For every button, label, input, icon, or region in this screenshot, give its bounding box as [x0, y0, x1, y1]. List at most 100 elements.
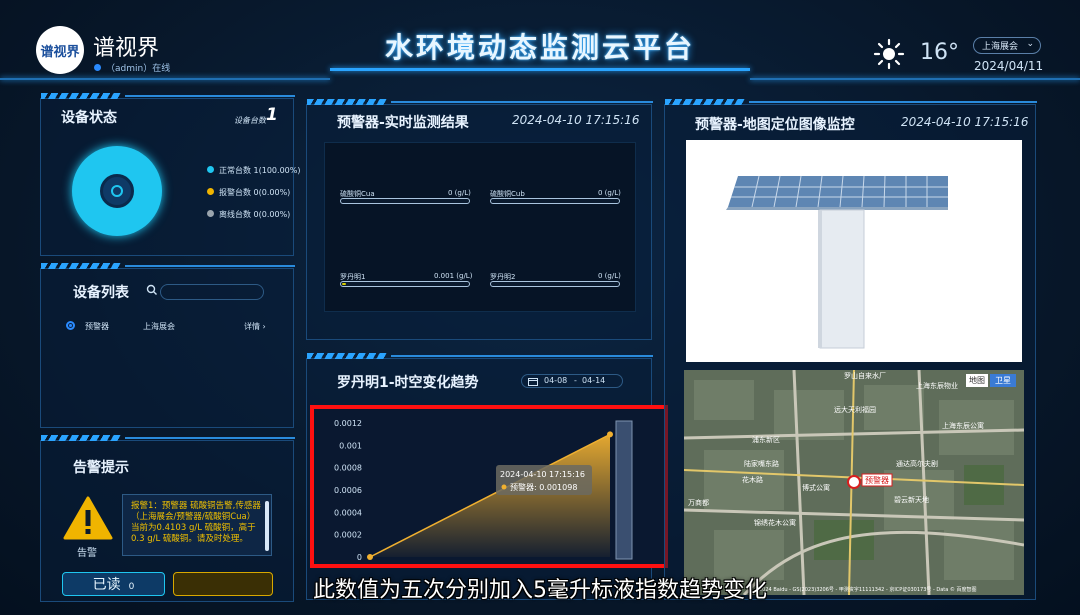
- legend-dot-normal: [207, 166, 214, 173]
- reading-bar: [340, 198, 470, 204]
- map-type-button[interactable]: 地图: [966, 374, 988, 387]
- video-subtitle: 此数值为五次分别加入5毫升标液指数趋势变化: [313, 578, 767, 603]
- legend-normal: 正常台数 1(100.00%): [219, 166, 301, 175]
- warning-label: 告警: [77, 548, 97, 559]
- device-status-donut-chart: [72, 146, 162, 236]
- zoom-slider[interactable]: [615, 420, 633, 560]
- map-tiles: 罗山自来水厂 远大天利福园 上海东辰公寓 花木路 博式公寓 陆家嘴东路 通达高尔…: [684, 370, 1024, 595]
- map-marker[interactable]: 预警器: [847, 473, 893, 489]
- search-icon[interactable]: [146, 284, 158, 296]
- tooltip-value: 预警器: 0.001098: [510, 482, 577, 492]
- map-place-label: 通达高尔夫剧: [896, 459, 938, 468]
- page-title: 水环境动态监测云平台: [384, 31, 695, 64]
- satellite-type-button[interactable]: 卫星: [990, 374, 1016, 387]
- location-map[interactable]: 罗山自来水厂 远大天利福园 上海东辰公寓 花木路 博式公寓 陆家嘴东路 通达高尔…: [684, 370, 1024, 595]
- device-count: 1: [266, 105, 278, 125]
- reading-value: 0 (g/L): [598, 272, 621, 280]
- device-status-title: 设备状态: [61, 110, 117, 126]
- header-divider-right: [750, 78, 1080, 80]
- legend-dot-alarm: [207, 188, 214, 195]
- brand-logo: 谱视界: [36, 26, 84, 74]
- calendar-icon: [528, 378, 538, 386]
- donut-hole: [100, 174, 134, 208]
- map-place-label: 上海东辰物业: [916, 381, 958, 390]
- panel-bar-deco: [125, 265, 295, 267]
- panel-tab-deco: [41, 93, 121, 99]
- donut-core: [111, 185, 123, 197]
- solar-device-illustration: [726, 175, 948, 349]
- y-tick-label: 0.001: [339, 441, 362, 450]
- y-tick-label: 0: [357, 553, 362, 562]
- chevron-down-icon: ⌄: [1026, 39, 1034, 49]
- map-marker-label: 预警器: [865, 475, 889, 485]
- device-detail-label: 详情: [244, 322, 260, 331]
- legend-dot-offline: [207, 210, 214, 217]
- search-input[interactable]: [160, 284, 264, 300]
- title-box: 水环境动态监测云平台: [330, 18, 750, 74]
- legend-alarm: 报警台数 0(0.00%): [219, 188, 291, 197]
- device-count-label: 设备台数: [234, 116, 266, 125]
- y-tick-label: 0.0012: [334, 419, 362, 428]
- map-place-label: 陆家嘴东路: [744, 459, 779, 468]
- map-panel-title: 预警器-地图定位图像监控: [695, 117, 855, 133]
- device-image: [686, 140, 1022, 362]
- map-place-label: 花木路: [742, 475, 763, 484]
- map-place-label: 碧云新天地: [894, 495, 929, 504]
- panel-bar-deco: [391, 101, 653, 103]
- sun-icon: [873, 38, 905, 70]
- device-row-location: 上海展会: [143, 322, 175, 331]
- city-select[interactable]: 上海展会 ⌄: [973, 37, 1041, 54]
- reading-fill: [342, 283, 346, 285]
- header-divider-left: [0, 78, 330, 80]
- map-place-label: 罗山自来水厂: [844, 371, 886, 380]
- device-detail-link[interactable]: 详情 ›: [244, 321, 266, 332]
- trend-title: 罗丹明1-时空变化趋势: [337, 375, 479, 391]
- legend-offline: 离线台数 0(0.00%): [219, 210, 291, 219]
- reading-bar: [490, 281, 620, 287]
- date-range-picker[interactable]: 04-08 - 04-14: [521, 374, 623, 388]
- brand-name: 谱视界: [93, 36, 160, 61]
- alarm-message-box[interactable]: 报警1：预警器 硫酸铜告警,传感器（上海展会/预警器/硫酸铜Cua） 当前为0.…: [122, 494, 272, 556]
- date-range-end: 04-14: [582, 376, 606, 385]
- data-point[interactable]: [607, 431, 613, 438]
- user-status: （admin）在线: [106, 64, 171, 74]
- alarm-title: 告警提示: [73, 460, 129, 476]
- map-place-label: 上海东辰公寓: [942, 421, 984, 430]
- header: 谱视界 谱视界 （admin）在线 水环境动态监测云平台 16° 上海展会 ⌄ …: [0, 0, 1080, 90]
- date-range-separator: -: [574, 376, 577, 385]
- y-tick-label: 0.0004: [334, 508, 362, 517]
- map-place-label: 万商都: [688, 498, 709, 507]
- reading-value: 0.001 (g/L): [434, 272, 473, 280]
- map-place-label: 锦绣花木公寓: [754, 518, 796, 527]
- y-tick-label: 0.0006: [334, 486, 362, 495]
- read-button-label: 已读: [92, 577, 121, 593]
- trend-chart-highlight: 0 0.0002 0.0004 0.0006 0.0008 0.001 0.0012 2024…: [310, 405, 668, 568]
- map-place-label: 博式公寓: [802, 483, 830, 492]
- device-row-name: 预警器: [85, 322, 109, 331]
- data-point[interactable]: [367, 554, 373, 560]
- panel-tab-deco: [41, 435, 121, 441]
- read-button[interactable]: 已读 0: [62, 572, 165, 596]
- y-tick-label: 0.0002: [334, 531, 362, 540]
- date-range-start: 04-08: [544, 376, 568, 385]
- read-count: 0: [128, 582, 135, 592]
- map-place-label: 远大天利福园: [834, 405, 876, 414]
- reading-value: 0 (g/L): [598, 189, 621, 197]
- panel-tab-deco: [41, 263, 121, 269]
- alarm-scrollbar[interactable]: [265, 501, 269, 551]
- device-radio[interactable]: [66, 321, 75, 330]
- header-date: 2024/04/11: [974, 59, 1044, 73]
- y-tick-label: 0.0008: [334, 464, 362, 473]
- panel-tab-deco: [307, 353, 387, 359]
- temperature: 16°: [920, 40, 959, 65]
- online-status-dot: [94, 64, 101, 71]
- city-select-value: 上海展会: [982, 42, 1019, 52]
- panel-bar-deco: [391, 355, 653, 357]
- panel-tab-deco: [665, 99, 745, 105]
- map-panel-time: 2024-04-10 17:15:16: [901, 115, 1029, 129]
- tooltip-series-dot: [501, 484, 507, 490]
- tooltip-time: 2024-04-10 17:15:16: [500, 470, 585, 479]
- realtime-title: 预警器-实时监测结果: [337, 115, 469, 131]
- warning-icon: [63, 496, 113, 540]
- reading-value: 0 (g/L): [448, 189, 471, 197]
